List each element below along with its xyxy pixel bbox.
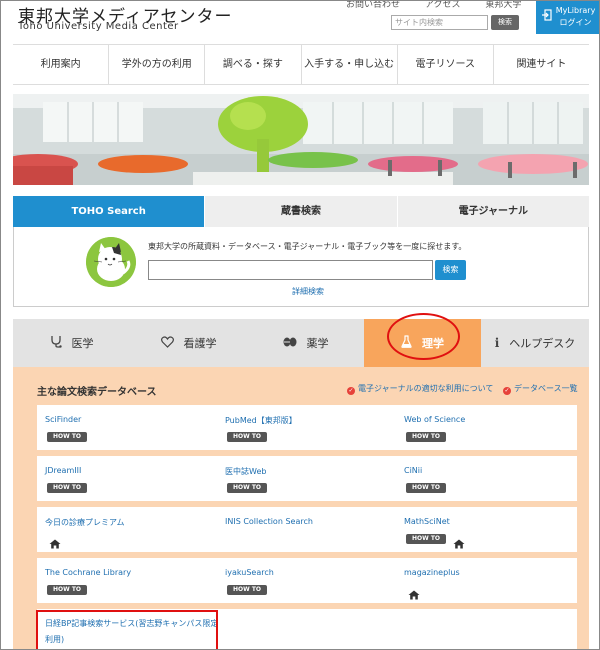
database-link[interactable]: The Cochrane Library — [45, 568, 131, 577]
search-description: 東邦大学の所蔵資料・データベース・電子ジャーナル・電子ブック等を一度に探せます。 — [148, 242, 467, 251]
hero-library-photo — [13, 94, 589, 185]
database-row: JDreamIII HOW TO 医中誌Web HOW TO CiNii HOW TO — [37, 456, 577, 501]
nav-e-resources[interactable]: 電子リソース — [398, 45, 494, 84]
database-row: SciFinder HOW TO PubMed【東邦版】 HOW TO Web of S… — [37, 405, 577, 450]
fair-use-link[interactable]: ✓ 電子ジャーナルの適切な利用について — [347, 383, 493, 395]
pills-icon — [283, 336, 297, 350]
site-search-button[interactable]: 検索 — [491, 15, 519, 30]
nav-obtain[interactable]: 入手する・申し込む — [302, 45, 398, 84]
site-search-input[interactable]: サイト内検索 — [391, 15, 488, 30]
tab-helpdesk-label: ヘルプデスク — [509, 337, 576, 350]
database-link[interactable]: JDreamIII — [45, 466, 81, 475]
database-link[interactable]: iyakuSearch — [225, 568, 274, 577]
subject-tabs: 医学 看護学 薬学 理学 i ヘルプデスク — [13, 319, 589, 367]
cat-mascot-icon — [86, 237, 136, 287]
tab-catalog-search[interactable]: 蔵書検索 — [204, 196, 397, 227]
highlight-box-annotation — [36, 610, 218, 649]
toho-search-box: 東邦大学の所蔵資料・データベース・電子ジャーナル・電子ブック等を一度に探せます。… — [13, 227, 589, 307]
howto-button[interactable]: HOW TO — [47, 483, 87, 493]
nav-related-sites[interactable]: 関連サイト — [494, 45, 589, 84]
database-row: The Cochrane Library HOW TO iyakuSearch HOW… — [37, 558, 577, 603]
howto-button[interactable]: HOW TO — [227, 585, 267, 595]
tab-toho-search[interactable]: TOHO Search — [13, 196, 205, 227]
page-frame: 東邦大学メディアセンター Toho University Media Cente… — [0, 0, 600, 650]
nav-search[interactable]: 調べる・探す — [205, 45, 302, 84]
howto-button[interactable]: HOW TO — [227, 483, 267, 493]
database-link[interactable]: 医中誌Web — [225, 466, 266, 477]
database-link[interactable]: PubMed【東邦版】 — [225, 415, 297, 426]
database-list-link[interactable]: ✓ データベース一覧 — [503, 383, 578, 395]
database-link[interactable]: INIS Collection Search — [225, 517, 313, 526]
search-input[interactable] — [148, 260, 433, 280]
howto-button[interactable]: HOW TO — [406, 432, 446, 442]
database-panel-title: 主な論文検索データベース — [37, 387, 157, 398]
top-link-access[interactable]: アクセス — [425, 1, 461, 10]
highlight-circle-annotation — [387, 313, 460, 360]
home-icon[interactable] — [453, 534, 465, 549]
database-link[interactable]: CiNii — [404, 466, 422, 475]
tab-pharmacy[interactable]: 薬学 — [247, 319, 364, 367]
search-button[interactable]: 検索 — [435, 260, 466, 280]
heart-icon — [160, 335, 174, 351]
check-circle-icon: ✓ — [347, 387, 355, 395]
database-link[interactable]: SciFinder — [45, 415, 81, 424]
howto-button[interactable]: HOW TO — [47, 432, 87, 442]
database-list-link-label: データベース一覧 — [514, 384, 578, 393]
home-icon[interactable] — [49, 534, 61, 549]
fair-use-link-label: 電子ジャーナルの適切な利用について — [358, 384, 494, 393]
stethoscope-icon — [50, 335, 62, 351]
database-link[interactable]: 今日の診療プレミアム — [45, 517, 124, 528]
database-link[interactable]: magazineplus — [404, 568, 460, 577]
logo-english[interactable]: Toho University Media Center — [18, 21, 179, 32]
top-links: お問い合わせ アクセス 東邦大学 — [346, 1, 543, 10]
nav-external-users[interactable]: 学外の方の利用 — [109, 45, 206, 84]
site-header: 東邦大学メディアセンター Toho University Media Cente… — [1, 1, 599, 41]
info-icon: i — [494, 336, 500, 350]
database-link[interactable]: Web of Science — [404, 415, 465, 424]
tab-pharmacy-label: 薬学 — [306, 337, 329, 350]
tab-nursing-label: 看護学 — [183, 337, 217, 350]
howto-button[interactable]: HOW TO — [47, 585, 87, 595]
check-circle-icon: ✓ — [503, 387, 511, 395]
tab-nursing[interactable]: 看護学 — [130, 319, 247, 367]
tab-medicine-label: 医学 — [71, 337, 94, 350]
advanced-search-link[interactable]: 詳細検索 — [292, 286, 324, 297]
database-row: 今日の診療プレミアム INIS Collection Search MathSciN… — [37, 507, 577, 552]
howto-button[interactable]: HOW TO — [406, 534, 446, 544]
howto-button[interactable]: HOW TO — [406, 483, 446, 493]
search-tabs: TOHO Search 蔵書検索 電子ジャーナル — [13, 196, 589, 227]
mylibrary-login-button[interactable]: MyLibrary ログイン — [536, 1, 599, 34]
top-link-university[interactable]: 東邦大学 — [485, 1, 521, 10]
top-link-contact[interactable]: お問い合わせ — [346, 1, 400, 10]
tab-medicine[interactable]: 医学 — [13, 319, 130, 367]
database-link[interactable]: MathSciNet — [404, 517, 450, 526]
home-icon[interactable] — [408, 585, 420, 600]
tab-helpdesk[interactable]: i ヘルプデスク — [481, 319, 589, 367]
global-nav: 利用案内 学外の方の利用 調べる・探す 入手する・申し込む 電子リソース 関連サ… — [13, 44, 589, 85]
login-icon — [542, 9, 552, 23]
nav-usage-guide[interactable]: 利用案内 — [13, 45, 110, 84]
howto-button[interactable]: HOW TO — [227, 432, 267, 442]
tab-e-journals[interactable]: 電子ジャーナル — [396, 196, 589, 227]
